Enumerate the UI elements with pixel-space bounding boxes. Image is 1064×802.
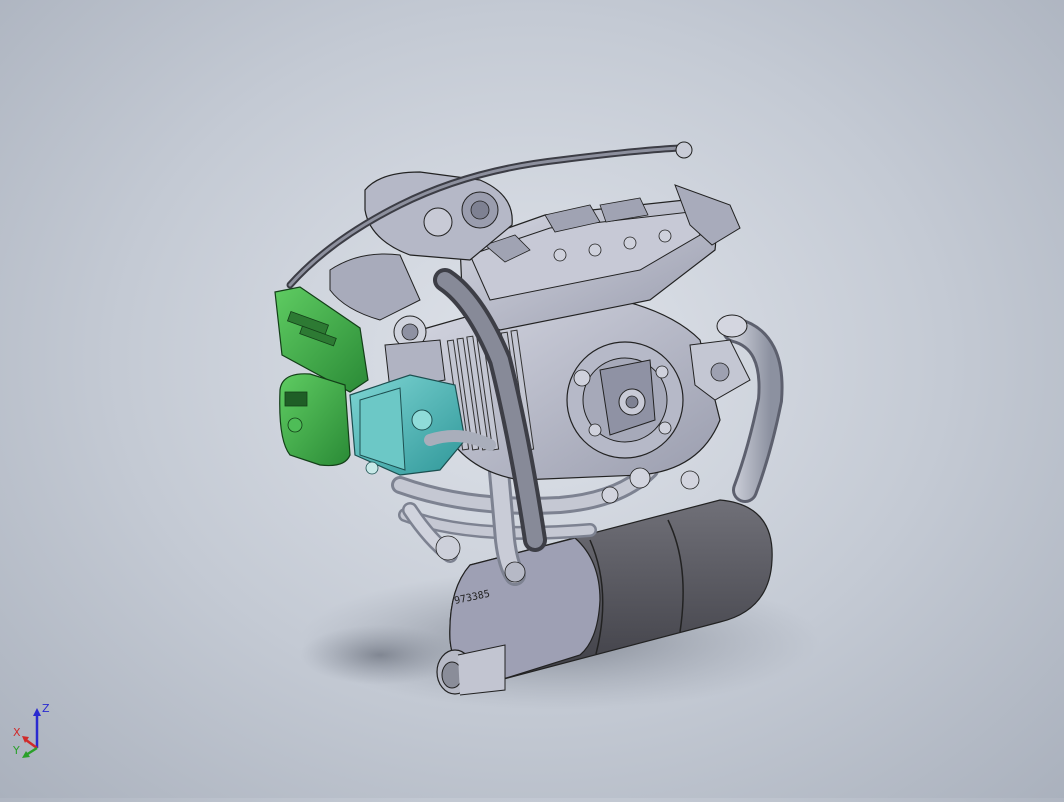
x-axis-label: X [13,726,21,739]
engine-model-3d[interactable]: 973385 [0,0,1064,798]
graphics-viewport[interactable]: 973385 Z X Y [0,0,1064,798]
y-axis-label: Y [12,744,20,757]
z-axis-label: Z [42,702,50,715]
x-axis-arrow [25,738,38,750]
axis-triad: Z X Y [12,702,50,758]
engine-block[interactable] [419,289,721,481]
